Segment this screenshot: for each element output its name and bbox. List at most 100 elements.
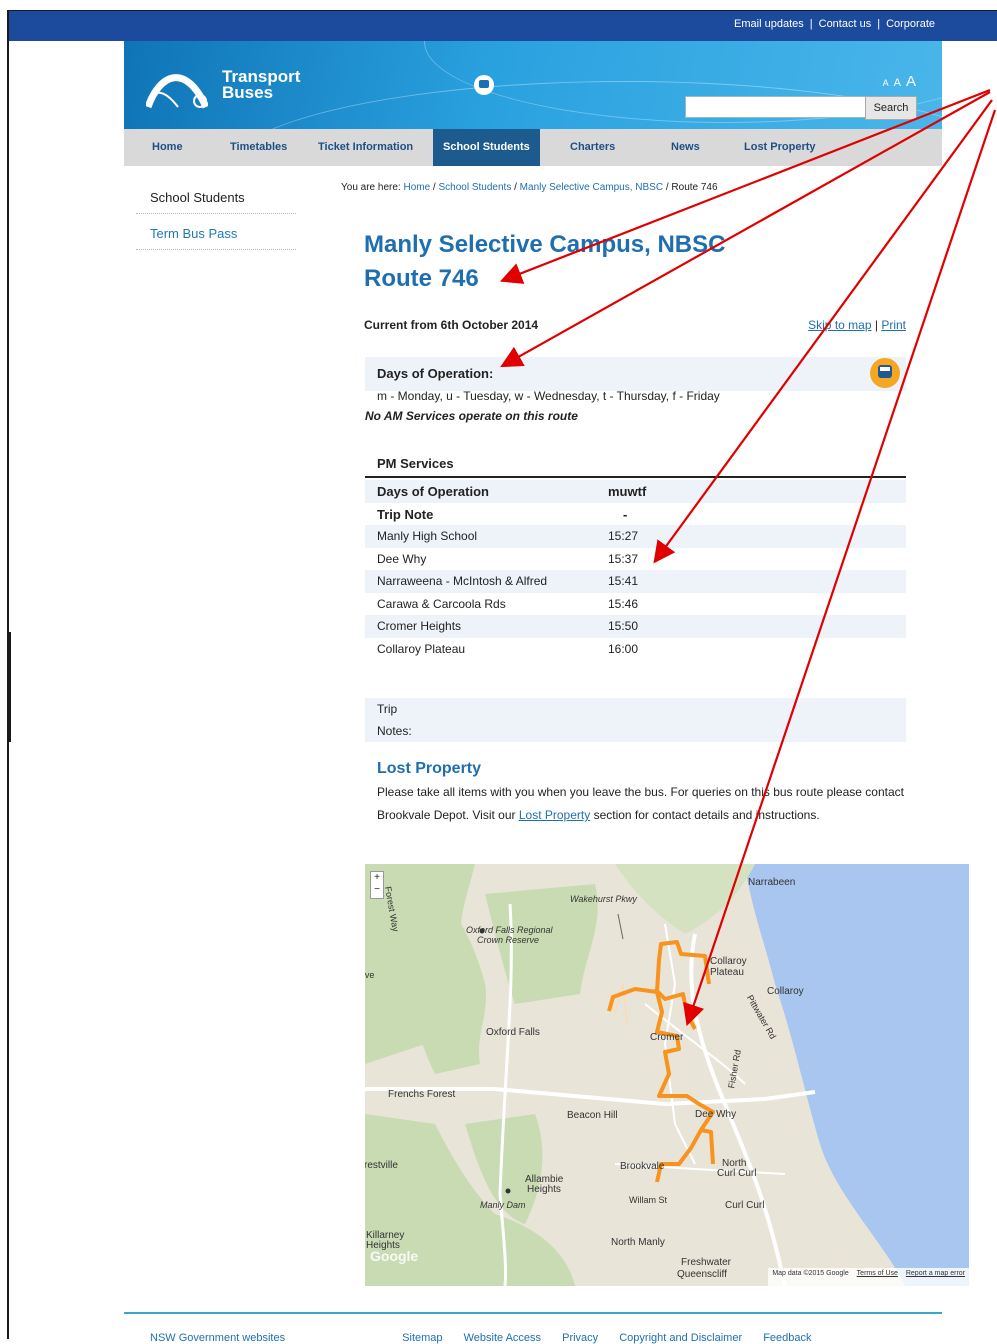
map-label: Willam St: [629, 1195, 667, 1205]
map-label: Heights: [527, 1184, 561, 1195]
lost-property-heading: Lost Property: [377, 760, 482, 777]
nav-charters[interactable]: Charters: [570, 129, 615, 166]
stop-time: 15:27: [608, 529, 639, 543]
stop-time: 15:46: [608, 596, 639, 611]
trip-note-value: -: [623, 506, 628, 522]
nav-news[interactable]: News: [671, 129, 700, 166]
corporate-link[interactable]: Corporate: [886, 18, 935, 30]
map-label: Brookvale: [620, 1161, 665, 1172]
map-label: Curl Curl: [717, 1168, 757, 1179]
table-row: Carawa & Carcoola Rds 15:46: [365, 593, 906, 616]
zoom-in-button[interactable]: +: [371, 872, 383, 884]
sidebar-item-school-students[interactable]: School Students: [136, 178, 296, 214]
frame-tick-mark: [9, 632, 11, 742]
pm-services-divider: [365, 476, 906, 478]
stop-name: Dee Why: [377, 551, 427, 566]
no-am-services-note: No AM Services operate on this route: [365, 409, 578, 423]
table-row: Cromer Heights 15:50: [365, 615, 906, 638]
map-label: Cromer: [650, 1032, 684, 1043]
footer-privacy-link[interactable]: Privacy: [562, 1332, 598, 1344]
print-link[interactable]: Print: [881, 318, 906, 332]
stop-time: 16:00: [608, 641, 639, 656]
page-title-line-1: Manly Selective Campus, NBSC: [364, 231, 726, 258]
trip-notes-line-2: Notes:: [377, 724, 412, 738]
stop-time: 15:50: [608, 619, 639, 633]
lost-property-link[interactable]: Lost Property: [519, 808, 590, 822]
page-tools: Skip to map | Print: [808, 318, 906, 332]
map-label: Curl Curl: [725, 1200, 765, 1211]
map-label: Dee Why: [695, 1109, 737, 1120]
map-label: Collaroy: [710, 956, 747, 967]
timetable: Days of Operation muwtf Trip Note - Manl…: [365, 480, 906, 660]
breadcrumb-home[interactable]: Home: [403, 182, 430, 193]
map-label: Freshwater: [681, 1257, 732, 1268]
map-label: Queenscliff: [677, 1269, 727, 1280]
table-row: Dee Why 15:37: [365, 548, 906, 571]
skip-to-map-link[interactable]: Skip to map: [808, 318, 871, 332]
footer-nsw-gov-link[interactable]: NSW Government websites: [150, 1332, 285, 1344]
nav-ticket-information[interactable]: Ticket Information: [318, 129, 413, 166]
map-canvas: [365, 864, 969, 1286]
stop-name: Manly High School: [377, 529, 478, 543]
stop-time: 15:41: [608, 574, 639, 588]
nav-school-students[interactable]: School Students: [433, 129, 540, 166]
brand-name: Transport Buses: [222, 68, 300, 102]
footer-sitemap-link[interactable]: Sitemap: [402, 1332, 442, 1344]
map-label: Wakehurst Pkwy: [570, 894, 637, 904]
days-of-operation-value: muwtf: [608, 484, 647, 499]
footer-website-access-link[interactable]: Website Access: [464, 1332, 541, 1344]
nav-lost-property[interactable]: Lost Property: [744, 129, 816, 166]
map-label: Collaroy: [767, 986, 804, 997]
footer-copyright-link[interactable]: Copyright and Disclaimer: [619, 1332, 742, 1344]
footer-feedback-link[interactable]: Feedback: [763, 1332, 811, 1344]
map-attribution: Map data ©2015 Google Terms of Use Repor…: [768, 1268, 969, 1286]
transport-logo-icon[interactable]: [146, 63, 208, 109]
main-nav: Home Timetables Ticket Information Schoo…: [124, 129, 942, 166]
font-large-button[interactable]: A: [906, 73, 916, 90]
sidebar-item-term-bus-pass[interactable]: Term Bus Pass: [136, 214, 296, 250]
google-logo: Google: [370, 1248, 419, 1264]
brand-line-2: Buses: [222, 83, 274, 102]
separator: |: [809, 18, 813, 30]
map-label: Oxford Falls Regional: [466, 925, 553, 935]
footer-divider: [124, 1312, 942, 1314]
font-size-controls: AAA: [878, 73, 916, 91]
map-label: North Manly: [611, 1237, 665, 1248]
stop-time: 15:37: [608, 551, 639, 566]
days-of-operation-label: Days of Operation: [377, 484, 489, 499]
search-input[interactable]: [685, 96, 867, 118]
font-medium-button[interactable]: A: [894, 77, 901, 89]
page-title: Manly Selective Campus, NBSC Route 746: [364, 228, 725, 296]
page-title-line-2: Route 746: [364, 265, 479, 292]
table-row: Manly High School 15:27: [365, 525, 906, 548]
contact-us-link[interactable]: Contact us: [819, 18, 872, 30]
route-map[interactable]: + − Narrabeen Wakehurst Pkwy Oxford Falls…: [365, 864, 969, 1286]
breadcrumb-campus[interactable]: Manly Selective Campus, NBSC: [520, 182, 663, 193]
email-updates-link[interactable]: Email updates: [734, 18, 804, 30]
map-label: Frenchs Forest: [388, 1089, 456, 1100]
breadcrumb-current: Route 746: [671, 182, 718, 193]
breadcrumb-prefix: You are here:: [341, 182, 401, 193]
table-header-row: Days of Operation muwtf: [365, 480, 906, 503]
breadcrumb-school-students[interactable]: School Students: [439, 182, 512, 193]
zoom-out-button[interactable]: −: [371, 884, 383, 896]
footer-links: NSW Government websites Sitemap Website …: [150, 1332, 830, 1344]
font-small-button[interactable]: A: [883, 78, 889, 88]
trip-note-label: Trip Note: [377, 506, 434, 522]
pm-services-title: PM Services: [377, 456, 454, 471]
nav-timetables[interactable]: Timetables: [230, 129, 287, 166]
map-label: Manly Dam: [480, 1200, 526, 1210]
report-map-error-link[interactable]: Report a map error: [906, 1270, 965, 1277]
search-button[interactable]: Search: [865, 96, 917, 120]
trip-notes-box: Trip Notes:: [365, 698, 906, 742]
table-row: Narraweena - McIntosh & Alfred 15:41: [365, 570, 906, 593]
days-legend: m - Monday, u - Tuesday, w - Wednesday, …: [377, 389, 720, 403]
map-label: Beacon Hill: [567, 1110, 618, 1121]
stop-name: Collaroy Plateau: [377, 641, 466, 656]
lost-property-text: Please take all items with you when you …: [377, 781, 912, 827]
separator: |: [877, 18, 881, 30]
map-zoom-controls[interactable]: + −: [370, 871, 384, 899]
bus-badge-icon: [474, 75, 494, 95]
nav-home[interactable]: Home: [152, 129, 183, 166]
terms-of-use-link[interactable]: Terms of Use: [857, 1270, 898, 1277]
